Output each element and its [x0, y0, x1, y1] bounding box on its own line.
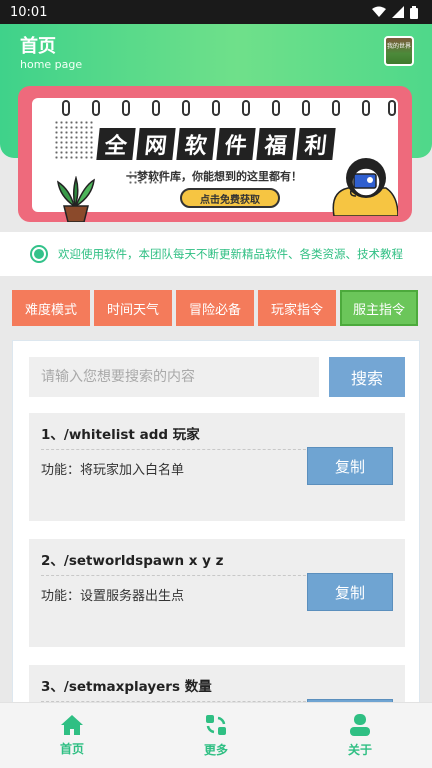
nav-home[interactable]: 首页: [22, 714, 122, 757]
command-text: 1、/whitelist add 玩家: [41, 427, 200, 443]
promo-banner[interactable]: 全 网 软 件 福 利 一梦软件库，你能想到的这里都有！ 点击免费获取: [18, 86, 412, 222]
page-title: 首页: [20, 36, 56, 57]
wifi-icon: [372, 6, 386, 17]
battery-icon: [410, 5, 418, 19]
signal-icon: [392, 6, 404, 18]
divider: [41, 575, 311, 576]
notice-text: 欢迎使用软件，本团队每天不断更新精品软件、各类资源、技术教程: [58, 247, 403, 261]
status-bar: 10:01: [0, 0, 432, 24]
tab-owner-commands[interactable]: 服主指令: [340, 290, 418, 326]
banner-title-char: 件: [216, 128, 256, 160]
banner-get-button[interactable]: 点击免费获取: [180, 188, 280, 208]
banner-title-char: 全: [96, 128, 136, 160]
command-description: 功能：将玩家加入白名单: [41, 463, 185, 478]
tab-adventure-essentials[interactable]: 冒险必备: [176, 290, 254, 326]
user-icon: [350, 714, 370, 736]
banner-dots: [54, 120, 94, 160]
notice-dot-icon: [30, 245, 48, 263]
status-time: 10:01: [10, 4, 48, 20]
banner-rings: [62, 100, 402, 118]
app-thumbnail-text: 我的世界: [386, 43, 411, 50]
command-panel: 搜索 1、/whitelist add 玩家 功能：将玩家加入白名单 复制 2、…: [12, 340, 420, 710]
nav-home-label: 首页: [59, 742, 84, 756]
search-button[interactable]: 搜索: [329, 357, 405, 397]
copy-button[interactable]: 复制: [307, 573, 393, 611]
banner-paper: 全 网 软 件 福 利 一梦软件库，你能想到的这里都有！ 点击免费获取: [32, 98, 398, 222]
banner-title-char: 网: [136, 128, 176, 160]
more-icon: [206, 715, 226, 735]
divider: [41, 449, 311, 450]
nav-about-label: 关于: [347, 743, 372, 757]
banner-title-char: 福: [256, 128, 296, 160]
command-card: 2、/setworldspawn x y z 功能：设置服务器出生点 复制: [29, 539, 405, 647]
banner-subtitle: 一梦软件库，你能想到的这里都有！: [126, 170, 302, 183]
notice-bar: 欢迎使用软件，本团队每天不断更新精品软件、各类资源、技术教程: [0, 232, 432, 276]
command-text: 2、/setworldspawn x y z: [41, 553, 224, 569]
bottom-nav: 首页 更多 关于: [0, 702, 432, 768]
banner-title-char: 软: [176, 128, 216, 160]
search-input[interactable]: [29, 357, 319, 397]
tab-player-commands[interactable]: 玩家指令: [258, 290, 336, 326]
plant-illustration: [57, 176, 95, 222]
category-tabs: 难度模式 时间天气 冒险必备 玩家指令 服主指令: [12, 290, 418, 326]
copy-button[interactable]: 复制: [307, 447, 393, 485]
girl-with-phone-illustration: [332, 158, 398, 216]
tab-difficulty-mode[interactable]: 难度模式: [12, 290, 90, 326]
home-icon: [61, 715, 83, 735]
command-text: 3、/setmaxplayers 数量: [41, 679, 212, 695]
nav-more-label: 更多: [203, 743, 228, 757]
tab-time-weather[interactable]: 时间天气: [94, 290, 172, 326]
command-description: 功能：设置服务器出生点: [41, 589, 185, 604]
status-icons: [372, 5, 418, 19]
banner-title: 全 网 软 件 福 利: [96, 128, 336, 160]
command-card: 1、/whitelist add 玩家 功能：将玩家加入白名单 复制: [29, 413, 405, 521]
page-subtitle: home page: [20, 58, 83, 71]
nav-more[interactable]: 更多: [166, 713, 266, 758]
nav-about[interactable]: 关于: [310, 713, 410, 758]
app-thumbnail[interactable]: 我的世界: [384, 36, 414, 66]
